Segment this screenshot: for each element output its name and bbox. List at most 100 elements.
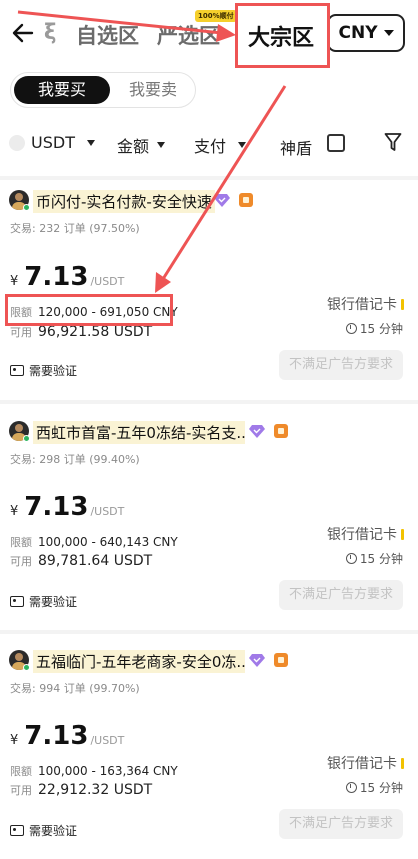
verification-required: 需要验证 — [10, 593, 77, 610]
buy-button-disabled[interactable]: 不满足广告方要求 — [279, 580, 403, 610]
merchant-name[interactable]: 币闪付-实名付款-安全快速 — [33, 190, 215, 213]
payment-method-label: 银行借记卡 — [327, 527, 397, 543]
price-value: 7.13 — [24, 492, 89, 522]
tab-watchlist[interactable]: 自选区 — [76, 20, 139, 50]
timer-icon — [345, 782, 357, 793]
currency-symbol: ¥ — [10, 274, 19, 289]
available-value: 22,912.32 USDT — [38, 782, 153, 798]
limit-label: 限额 — [10, 765, 32, 778]
amount-filter-label: 金额 — [117, 137, 150, 156]
payment-time: 15 分钟 — [345, 550, 403, 567]
id-card-icon — [10, 365, 24, 376]
payment-color-bar — [401, 528, 404, 540]
online-indicator — [23, 435, 30, 442]
currency-label: CNY — [338, 23, 378, 43]
shield-checkbox[interactable] — [327, 134, 345, 152]
top-bar: ξ 自选区 严选区 100%顺付 大宗区 CNY — [0, 0, 418, 70]
price: ¥7.13/USDT — [10, 262, 124, 292]
limit-row: 限额 100,000 - 163,364 CNY — [10, 763, 178, 779]
timer-icon — [345, 553, 357, 564]
coin-icon — [9, 135, 25, 151]
payment-filter-label: 支付 — [194, 137, 227, 156]
payment-filter[interactable]: 支付 — [194, 133, 247, 157]
shield-filter-label: 神盾 — [280, 139, 313, 158]
merchant-name[interactable]: 西虹市首富-五年0冻结-实名支... — [33, 421, 245, 444]
highlight-box-bulk-tab — [235, 3, 330, 68]
limit-value: 100,000 - 163,364 CNY — [38, 764, 178, 778]
payment-method: 银行借记卡 — [327, 294, 404, 314]
divider — [0, 630, 418, 634]
ad-card[interactable]: 币闪付-实名付款-安全快速 交易: 232 订单 (97.50%) ¥7.13/… — [0, 180, 418, 398]
price-unit: /USDT — [90, 275, 125, 288]
verification-label: 需要验证 — [29, 364, 78, 378]
trade-stats: 交易: 994 订单 (99.70%) — [10, 682, 140, 695]
ad-card[interactable]: 西虹市首富-五年0冻结-实名支... 交易: 298 订单 (99.40%) ¥… — [0, 410, 418, 630]
available-label: 可用 — [10, 555, 32, 568]
available-row: 可用 96,921.58 USDT — [10, 324, 152, 340]
caret-down-icon — [157, 142, 166, 148]
buy-button-disabled[interactable]: 不满足广告方要求 — [279, 809, 403, 839]
available-value: 96,921.58 USDT — [38, 324, 153, 340]
price: ¥7.13/USDT — [10, 492, 124, 522]
verification-label: 需要验证 — [29, 595, 78, 609]
payment-method: 银行借记卡 — [327, 524, 404, 544]
available-row: 可用 89,781.64 USDT — [10, 553, 152, 569]
chevron-down-icon — [383, 30, 394, 36]
payment-time: 15 分钟 — [345, 779, 403, 796]
verification-required: 需要验证 — [10, 362, 77, 379]
price-value: 7.13 — [24, 721, 89, 751]
merchant-name[interactable]: 五福临门-五年老商家-安全0冻... — [33, 650, 245, 673]
available-row: 可用 22,912.32 USDT — [10, 782, 152, 798]
trade-stats: 交易: 232 订单 (97.50%) — [10, 222, 140, 235]
currency-symbol: ¥ — [10, 733, 19, 748]
payment-color-bar — [401, 298, 404, 310]
verified-badge-icon — [214, 194, 230, 207]
currency-selector[interactable]: CNY — [327, 14, 405, 52]
sell-tab[interactable]: 我要卖 — [111, 76, 195, 104]
payment-time-label: 15 分钟 — [359, 322, 403, 336]
online-indicator — [23, 204, 30, 211]
price: ¥7.13/USDT — [10, 721, 124, 751]
coin-filter[interactable]: USDT — [31, 133, 95, 152]
amount-filter[interactable]: 金额 — [117, 133, 166, 157]
limit-value: 100,000 - 640,143 CNY — [38, 535, 178, 549]
buy-tab[interactable]: 我要买 — [14, 76, 110, 104]
divider — [0, 400, 418, 404]
coin-filter-label: USDT — [31, 133, 75, 152]
filter-icon[interactable] — [384, 132, 402, 152]
verification-required: 需要验证 — [10, 822, 77, 839]
caret-down-icon — [86, 139, 95, 146]
back-arrow-icon[interactable] — [10, 20, 36, 46]
limit-label: 限额 — [10, 536, 32, 549]
tab-partial[interactable]: ξ — [44, 20, 58, 44]
verified-badge-icon — [249, 425, 265, 438]
payment-time-label: 15 分钟 — [359, 781, 403, 795]
filter-bar: USDT 金额 支付 神盾 — [0, 126, 418, 162]
caret-down-icon — [238, 142, 247, 148]
payment-method-label: 银行借记卡 — [327, 756, 397, 772]
trade-side-switch: 我要买 我要卖 — [10, 72, 196, 108]
available-value: 89,781.64 USDT — [38, 553, 153, 569]
payment-time: 15 分钟 — [345, 320, 403, 337]
verified-badge-icon — [249, 654, 265, 667]
buy-button-disabled[interactable]: 不满足广告方要求 — [279, 350, 403, 380]
online-indicator — [23, 664, 30, 671]
merchant-level-icon — [239, 193, 253, 207]
verification-label: 需要验证 — [29, 824, 78, 838]
trade-stats: 交易: 298 订单 (99.40%) — [10, 453, 140, 466]
payment-color-bar — [401, 757, 404, 769]
tab-selected[interactable]: 严选区 — [157, 20, 220, 50]
available-label: 可用 — [10, 326, 32, 339]
price-value: 7.13 — [24, 262, 89, 292]
payment-method: 银行借记卡 — [327, 753, 404, 773]
price-unit: /USDT — [90, 734, 125, 747]
limit-row: 限额 100,000 - 640,143 CNY — [10, 534, 178, 550]
price-unit: /USDT — [90, 505, 125, 518]
payment-method-label: 银行借记卡 — [327, 297, 397, 313]
merchant-level-icon — [274, 653, 288, 667]
tab-selected-badge: 100%顺付 — [195, 10, 237, 22]
available-label: 可用 — [10, 784, 32, 797]
highlight-box-limit — [5, 294, 173, 326]
merchant-level-icon — [274, 424, 288, 438]
ad-card[interactable]: 五福临门-五年老商家-安全0冻... 交易: 994 订单 (99.70%) ¥… — [0, 640, 418, 859]
